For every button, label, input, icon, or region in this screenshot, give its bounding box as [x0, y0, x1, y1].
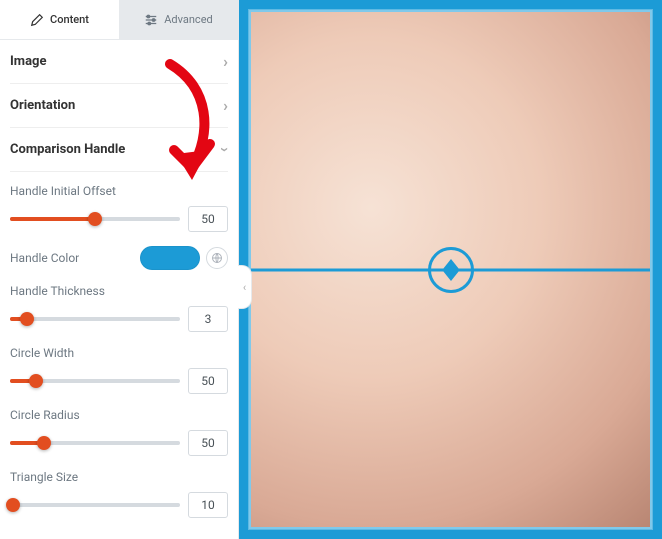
sliders-icon — [144, 13, 158, 27]
section-image-header[interactable]: Image › — [10, 40, 228, 84]
preview-frame[interactable] — [249, 10, 652, 529]
control-label: Triangle Size — [10, 470, 228, 484]
panel-collapse-toggle[interactable]: ‹ — [238, 265, 252, 309]
color-swatch[interactable] — [140, 246, 200, 270]
slider-circle-width[interactable] — [10, 379, 180, 383]
panel-sections: Image › Orientation › Comparison Handle … — [0, 40, 238, 539]
slider-fill — [10, 217, 95, 221]
tab-content-label: Content — [50, 13, 89, 26]
control-label: Handle Color — [10, 251, 79, 265]
panel-tabs: Content Advanced — [0, 0, 238, 40]
triangle-down-icon — [443, 271, 459, 281]
slider-circle-radius[interactable] — [10, 441, 180, 445]
slider-handle-initial-offset[interactable] — [10, 217, 180, 221]
chevron-right-icon: › — [223, 52, 228, 71]
control-label: Circle Radius — [10, 408, 228, 422]
control-label: Circle Width — [10, 346, 228, 360]
slider-thumb[interactable] — [20, 312, 34, 326]
control-handle-color: Handle Color — [10, 246, 228, 270]
slider-handle-thickness[interactable] — [10, 317, 180, 321]
control-circle-radius: Circle Radius 50 — [10, 408, 228, 456]
chevron-down-icon: › — [216, 147, 235, 152]
editor-left-panel: Content Advanced Image › Orientation › C… — [0, 0, 239, 539]
section-comparison-handle-header[interactable]: Comparison Handle › — [10, 128, 228, 172]
value-handle-initial-offset[interactable]: 50 — [188, 206, 228, 232]
control-label: Handle Initial Offset — [10, 184, 228, 198]
triangle-up-icon — [443, 259, 459, 269]
section-comparison-handle-title: Comparison Handle — [10, 142, 125, 157]
slider-thumb[interactable] — [6, 498, 20, 512]
control-circle-width: Circle Width 50 — [10, 346, 228, 394]
section-orientation-header[interactable]: Orientation › — [10, 84, 228, 128]
slider-thumb[interactable] — [37, 436, 51, 450]
control-handle-initial-offset: Handle Initial Offset 50 — [10, 184, 228, 232]
globe-icon[interactable] — [206, 247, 228, 269]
slider-triangle-size[interactable] — [10, 503, 180, 507]
control-triangle-size: Triangle Size 10 — [10, 470, 228, 518]
slider-thumb[interactable] — [88, 212, 102, 226]
section-orientation-title: Orientation — [10, 98, 75, 113]
chevron-left-icon: ‹ — [243, 281, 246, 294]
value-circle-radius[interactable]: 50 — [188, 430, 228, 456]
preview-canvas — [239, 0, 662, 539]
control-handle-thickness: Handle Thickness 3 — [10, 284, 228, 332]
value-triangle-size[interactable]: 10 — [188, 492, 228, 518]
tab-advanced-label: Advanced — [164, 13, 212, 26]
control-label: Handle Thickness — [10, 284, 228, 298]
tab-content[interactable]: Content — [0, 0, 119, 39]
value-handle-thickness[interactable]: 3 — [188, 306, 228, 332]
section-image-title: Image — [10, 54, 46, 69]
section-comparison-handle-body: Handle Initial Offset 50 Handle Color — [10, 172, 228, 536]
slider-thumb[interactable] — [29, 374, 43, 388]
tab-advanced[interactable]: Advanced — [119, 0, 238, 39]
pencil-icon — [30, 13, 44, 27]
value-circle-width[interactable]: 50 — [188, 368, 228, 394]
chevron-right-icon: › — [223, 96, 228, 115]
comparison-handle[interactable] — [428, 247, 474, 293]
